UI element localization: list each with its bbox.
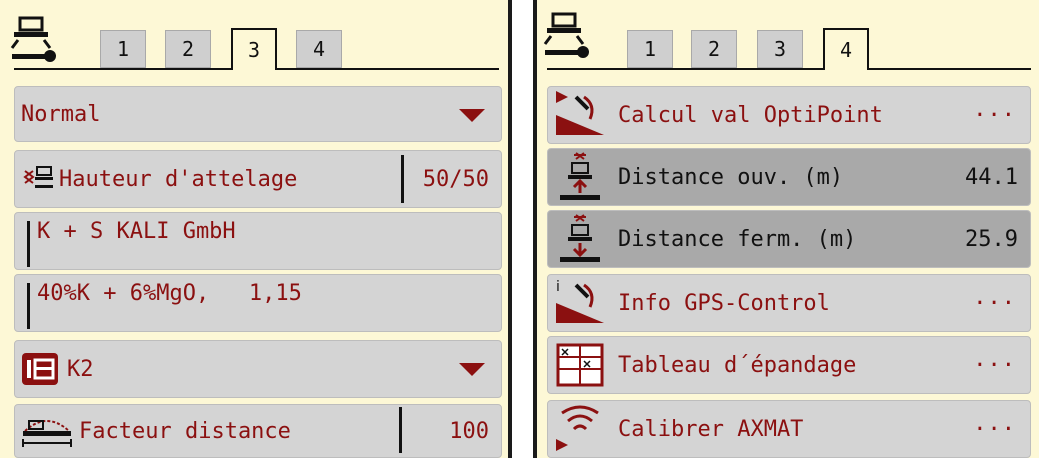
left-panel: 1 2 3 4 Normal Hauteur d'attelage 50/50 …: [0, 0, 512, 458]
spread-table-row[interactable]: Tableau d´épandage ···: [547, 336, 1031, 394]
text-cursor: [27, 283, 30, 329]
svg-text:i: i: [556, 279, 560, 295]
fertilizer-manufacturer-field[interactable]: K + S KALI GmbH: [14, 212, 502, 270]
optipoint-icon: [556, 91, 604, 135]
tab-4[interactable]: 4: [296, 30, 342, 68]
chevron-down-icon: [459, 363, 485, 376]
tab-divider: [277, 68, 499, 70]
distance-off-value: 25.9: [965, 226, 1018, 252]
distance-on-label: Distance ouv. (m): [618, 164, 844, 190]
fertilizer-name-field[interactable]: 40%K + 6%MgO, 1,15: [14, 274, 502, 332]
distance-on-row[interactable]: Distance ouv. (m) 44.1: [547, 148, 1031, 206]
tab-2[interactable]: 2: [691, 30, 737, 68]
hitch-height-row[interactable]: Hauteur d'attelage 50/50: [14, 150, 502, 208]
optipoint-calc-row[interactable]: Calcul val OptiPoint ···: [547, 86, 1031, 144]
gps-info-icon: i: [556, 279, 604, 323]
more-icon: ···: [973, 102, 1016, 128]
distance-off-row[interactable]: Distance ferm. (m) 25.9: [547, 210, 1031, 268]
disc-icon: [22, 353, 58, 385]
axmat-calibrate-label: Calibrer AXMAT: [618, 416, 804, 442]
panel-border: [533, 0, 537, 458]
spread-table-icon: [556, 343, 604, 387]
tab-1[interactable]: 1: [627, 30, 673, 68]
hitch-height-icon: [23, 166, 53, 188]
tab-divider: [14, 68, 233, 70]
axmat-icon: [556, 405, 599, 451]
divider: [401, 155, 404, 203]
gps-info-label: Info GPS-Control: [618, 290, 830, 316]
spread-table-label: Tableau d´épandage: [618, 352, 857, 378]
more-icon: ···: [973, 416, 1016, 442]
distance-factor-label: Facteur distance: [79, 418, 291, 444]
more-icon: ···: [973, 352, 1016, 378]
spreader-wrench-icon: [10, 16, 56, 62]
fertilizer-name-value: 40%K + 6%MgO, 1,15: [37, 281, 302, 306]
tab-label: 4: [839, 38, 853, 62]
disc-value: K2: [67, 356, 94, 382]
distance-on-value: 44.1: [965, 164, 1018, 190]
gps-info-row[interactable]: i Info GPS-Control ···: [547, 274, 1031, 332]
hitch-height-value: 50/50: [422, 166, 489, 192]
tab-divider: [867, 68, 1031, 70]
panel-border: [508, 0, 512, 458]
distance-factor-value: 100: [449, 418, 489, 444]
tab-3[interactable]: 3: [757, 30, 803, 68]
tab-label: 2: [707, 37, 721, 61]
tab-1[interactable]: 1: [100, 30, 146, 68]
tab-label: 3: [773, 37, 787, 61]
tab-label: 2: [181, 37, 195, 61]
disc-dropdown[interactable]: K2: [14, 340, 502, 398]
distance-off-label: Distance ferm. (m): [618, 226, 857, 252]
tab-4[interactable]: 4: [823, 28, 869, 70]
divider: [399, 407, 402, 453]
axmat-calibrate-row[interactable]: Calibrer AXMAT ···: [547, 400, 1031, 458]
spreader-wrench-icon: [543, 12, 589, 58]
tab-divider: [547, 68, 825, 70]
mode-dropdown[interactable]: Normal: [14, 86, 502, 142]
chevron-down-icon: [459, 109, 485, 122]
distance-off-icon: [560, 214, 600, 262]
tab-label: 3: [247, 38, 261, 62]
distance-factor-row[interactable]: Facteur distance 100: [14, 404, 502, 458]
text-cursor: [27, 221, 30, 267]
mode-value: Normal: [21, 101, 101, 127]
fertilizer-manufacturer-value: K + S KALI GmbH: [37, 219, 236, 244]
tab-label: 1: [116, 37, 130, 61]
tab-label: 4: [312, 37, 326, 61]
tab-3[interactable]: 3: [231, 28, 277, 70]
right-panel: 1 2 3 4 Calcul val OptiPoint ··· Distanc…: [533, 0, 1039, 458]
tab-label: 1: [643, 37, 657, 61]
tab-2[interactable]: 2: [165, 30, 211, 68]
distance-factor-icon: [22, 420, 72, 447]
more-icon: ···: [973, 290, 1016, 316]
hitch-height-label: Hauteur d'attelage: [59, 166, 298, 192]
optipoint-calc-label: Calcul val OptiPoint: [618, 102, 883, 128]
distance-on-icon: [560, 152, 600, 200]
